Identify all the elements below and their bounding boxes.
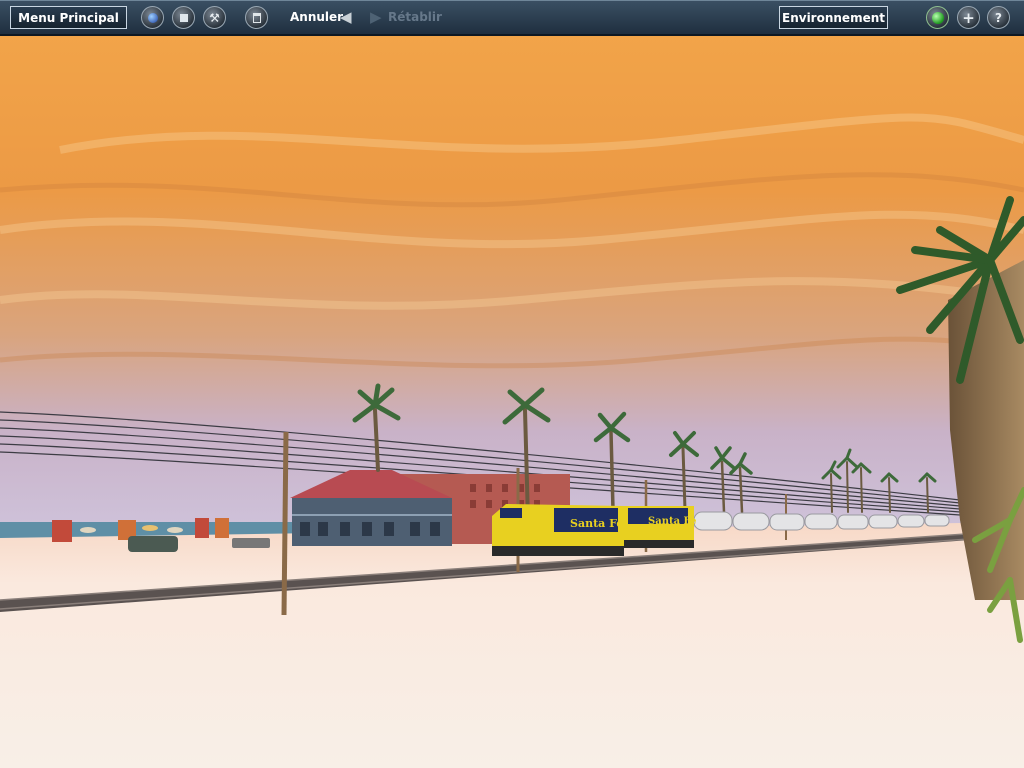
locomotive-1: Santa Fe xyxy=(492,504,624,556)
camera-icon xyxy=(147,12,158,23)
plus-icon: + xyxy=(962,8,975,27)
stop-button[interactable] xyxy=(172,6,195,29)
redo-button: Rétablir xyxy=(388,10,442,24)
undo-arrow-icon[interactable]: ◀ xyxy=(340,9,352,25)
main-menu-label: Menu Principal xyxy=(18,10,119,25)
svg-text:Santa Fe: Santa Fe xyxy=(570,517,623,530)
svg-text:Santa Fe: Santa Fe xyxy=(648,516,696,527)
status-button[interactable] xyxy=(926,6,949,29)
top-toolbar: Menu Principal ⚒ Annuler ◀ ▶ Rétablir En… xyxy=(0,0,1024,36)
help-button[interactable]: ? xyxy=(987,6,1010,29)
sand-ground xyxy=(0,522,1024,768)
parked-truck xyxy=(232,538,270,548)
main-menu-button[interactable]: Menu Principal xyxy=(10,6,127,29)
delete-button[interactable] xyxy=(245,6,268,29)
trash-icon xyxy=(252,12,261,23)
parked-car xyxy=(128,536,178,552)
tool-icon: ⚒ xyxy=(209,10,220,25)
environment-button[interactable]: Environnement xyxy=(779,6,888,29)
locomotive-2: Santa Fe xyxy=(620,506,696,548)
green-light-icon xyxy=(931,11,944,24)
undo-button[interactable]: Annuler xyxy=(290,10,343,24)
redo-arrow-icon: ▶ xyxy=(370,8,382,26)
camera-button[interactable] xyxy=(141,6,164,29)
add-button[interactable]: + xyxy=(957,6,980,29)
environment-label: Environnement xyxy=(782,10,885,25)
tool-button[interactable]: ⚒ xyxy=(203,6,226,29)
help-icon: ? xyxy=(995,10,1002,25)
stop-icon xyxy=(179,13,188,22)
game-scene[interactable]: Santa Fe Santa Fe xyxy=(0,0,1024,768)
